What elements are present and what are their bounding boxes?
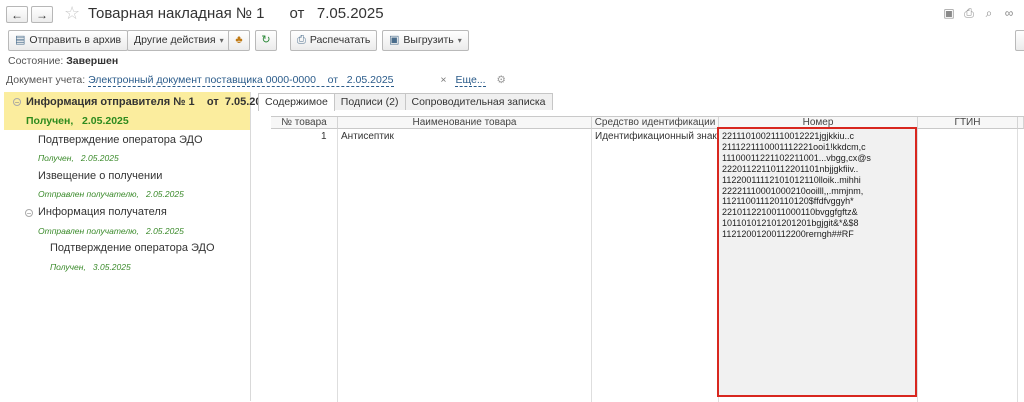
document-tree: − Информация отправителя № 1 от 7.05.202… <box>4 92 274 401</box>
code-line: 11211001112011012​0$ffdfvggyh* <box>722 196 854 207</box>
window-actions: ▣ ⎙ ⌕ ∞ <box>942 6 1016 20</box>
column-divider <box>1017 129 1018 402</box>
page-title: Товарная накладная № 1 от 7.05.2025 <box>88 5 384 22</box>
accounting-document-line: Документ учета: Электронный документ пос… <box>6 74 506 87</box>
tree-item-status: Отправлен получателю, 2.05.2025 <box>38 189 184 199</box>
tab-signatures[interactable]: Подписи (2) <box>333 93 406 110</box>
back-button[interactable]: ← <box>6 6 28 23</box>
number-cell-highlighted[interactable]: 221110100211100122​21jgjkkiu..c 21112211… <box>717 127 917 397</box>
toolbar: ▤ Отправить в архив Другие действия ▾ ♣ … <box>0 30 1024 52</box>
column-divider <box>591 129 592 402</box>
column-divider <box>917 129 918 402</box>
code-line: 221110100211100122​21jgjkkiu..c <box>722 131 854 141</box>
export-button[interactable]: ▣ Выгрузить ▾ <box>382 30 469 51</box>
chevron-down-icon: ▾ <box>219 36 224 45</box>
tree-item-status: Отправлен получателю, 2.05.2025 <box>38 226 184 236</box>
hierarchy-icon: ♣ <box>235 34 243 46</box>
tree-item-title[interactable]: Извещение о получении <box>38 170 162 182</box>
chevron-down-icon: ▾ <box>457 36 462 45</box>
code-line: 22221110001000210ooilll,,.mmjnm, <box>722 185 864 196</box>
cell-number: 1 <box>321 131 327 142</box>
archive-icon: ▤ <box>15 34 26 46</box>
document-state: Состояние: Завершен <box>8 55 119 67</box>
other-actions-button[interactable]: Другие действия ▾ <box>127 30 231 51</box>
collapse-icon[interactable]: − <box>13 98 21 107</box>
collapse-icon[interactable]: − <box>25 209 33 218</box>
tab-content[interactable]: Содержимое <box>258 93 335 111</box>
code-line: 11212001200112200rerngh##RF <box>722 229 854 240</box>
archive-button[interactable]: ▤ Отправить в архив <box>8 30 129 51</box>
code-line: 101101012101201201bgjgit&*&$8 <box>722 218 859 229</box>
accounting-document-label: Документ учета: <box>6 74 86 86</box>
forward-arrow-icon: → <box>36 8 48 22</box>
tree-item-status: Получен, 3.05.2025 <box>50 262 131 272</box>
gear-icon[interactable]: ⚙ <box>497 74 506 86</box>
floppy-icon: ▣ <box>389 34 400 46</box>
link-icon[interactable]: ∞ <box>1002 6 1016 20</box>
accounting-document-link[interactable]: Электронный документ поставщика 0000-000… <box>88 74 394 87</box>
column-divider <box>337 129 338 402</box>
title-bar: ← → ☆ Товарная накладная № 1 от 7.05.202… <box>0 0 1024 28</box>
cell-name: Антисептик <box>341 131 394 142</box>
tree-root-status: Получен, 2.05.2025 <box>26 115 129 127</box>
structure-button[interactable]: ♣ <box>228 30 250 51</box>
code-line: 111000112211022110​01...vbgg,cx@s <box>722 152 871 163</box>
refresh-icon: ↻ <box>261 34 271 46</box>
code-line: 11220011112101012110lloik..mihhi <box>722 174 861 185</box>
tree-item-status: Получен, 2.05.2025 <box>38 153 119 163</box>
tab-cover-note[interactable]: Сопроводительная записка <box>404 93 553 110</box>
column-header[interactable]: № товара <box>271 117 338 129</box>
column-header[interactable]: Средство идентификации <box>592 117 719 129</box>
state-value: Завершен <box>66 55 119 67</box>
tree-root-title: Информация отправителя № 1 от 7.05.2025 <box>26 96 274 108</box>
save-icon[interactable]: ▣ <box>942 6 956 20</box>
search-doc-icon[interactable]: ⌕ <box>982 6 996 20</box>
column-header[interactable]: ГТИН <box>918 117 1018 129</box>
column-header-extra <box>1018 117 1024 129</box>
tree-item-title[interactable]: Подтверждение оператора ЭДО <box>38 134 203 146</box>
printer-icon: ⎙ <box>297 34 306 46</box>
back-arrow-icon: ← <box>11 8 23 22</box>
overflow-button[interactable] <box>1015 30 1024 51</box>
tree-item-title[interactable]: Подтверждение оператора ЭДО <box>50 242 215 254</box>
more-link[interactable]: Еще... <box>455 74 486 87</box>
clear-icon[interactable]: × <box>440 74 446 86</box>
print-icon[interactable]: ⎙ <box>962 6 976 20</box>
column-header[interactable]: Наименование товара <box>338 117 592 129</box>
forward-button[interactable]: → <box>31 6 53 23</box>
code-line: 211122111000111222​1ooi1!kkdcm,c <box>722 141 866 152</box>
tab-bar: Содержимое Подписи (2) Сопроводительная … <box>258 93 553 111</box>
print-button[interactable]: ⎙ Распечатать <box>290 30 378 51</box>
code-line: 22101122100110001​10bvggfgftz& <box>722 207 858 218</box>
code-line: 22201122110112201101nbjjgkfiiv.. <box>722 163 859 174</box>
cell-identification: Идентификационный знак <box>595 131 717 142</box>
favorite-star-icon[interactable]: ☆ <box>64 3 80 23</box>
refresh-button[interactable]: ↻ <box>255 30 277 51</box>
tree-item-title[interactable]: Информация получателя <box>38 206 167 218</box>
